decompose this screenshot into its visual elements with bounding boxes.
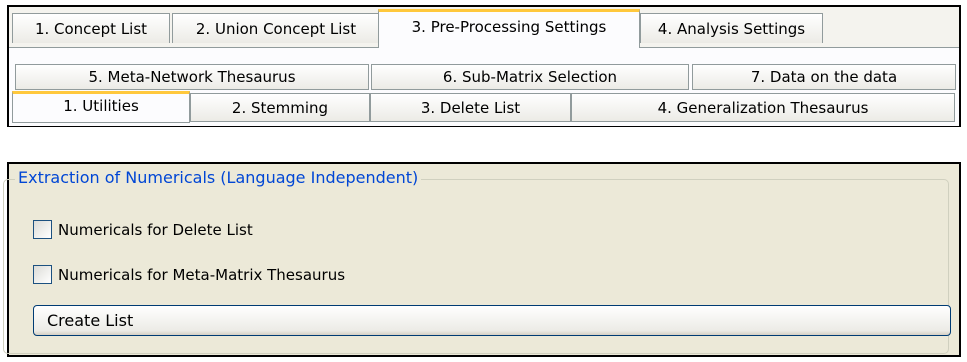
subtab-generalization-thesaurus[interactable]: 4. Generalization Thesaurus — [571, 93, 955, 122]
subtab-stemming[interactable]: 2. Stemming — [190, 93, 370, 122]
tab-union-concept-list[interactable]: 2. Union Concept List — [172, 13, 380, 43]
checkbox-label: Numericals for Meta-Matrix Thesaurus — [58, 265, 346, 284]
tab-label: 4. Generalization Thesaurus — [657, 98, 869, 117]
create-list-button[interactable]: Create List — [33, 305, 951, 336]
button-label: Create List — [47, 311, 134, 330]
subtab-sub-matrix-selection[interactable]: 6. Sub-Matrix Selection — [371, 64, 689, 90]
top-tab-row: 1. Concept List 2. Union Concept List 3.… — [9, 7, 959, 48]
utilities-panel: Extraction of Numericals (Language Indep… — [3, 162, 961, 357]
tab-analysis-settings[interactable]: 4. Analysis Settings — [640, 13, 823, 43]
numericals-delete-list-checkbox[interactable] — [33, 220, 52, 239]
tab-concept-list[interactable]: 1. Concept List — [12, 13, 170, 43]
numericals-meta-matrix-checkbox[interactable] — [33, 265, 52, 284]
tab-label: 4. Analysis Settings — [657, 19, 806, 38]
numericals-delete-list-option[interactable]: Numericals for Delete List — [33, 220, 253, 239]
tab-label: 2. Union Concept List — [195, 19, 357, 38]
tab-strip-panel: 1. Concept List 2. Union Concept List 3.… — [7, 5, 961, 127]
tab-label: 3. Delete List — [420, 98, 521, 117]
subtab-utilities[interactable]: 1. Utilities — [12, 91, 190, 123]
group-title: Extraction of Numericals (Language Indep… — [15, 168, 422, 187]
tab-pre-processing-settings[interactable]: 3. Pre-Processing Settings — [378, 9, 640, 48]
subtab-delete-list[interactable]: 3. Delete List — [370, 93, 571, 122]
tab-label: 1. Utilities — [63, 97, 139, 115]
tab-label: 7. Data on the data — [750, 68, 898, 86]
tab-label: 6. Sub-Matrix Selection — [442, 68, 618, 86]
tab-label: 5. Meta-Network Thesaurus — [88, 68, 296, 86]
sub-tab-area: 5. Meta-Network Thesaurus 6. Sub-Matrix … — [9, 47, 959, 126]
tab-label: 2. Stemming — [231, 98, 329, 117]
tab-label: 3. Pre-Processing Settings — [411, 18, 607, 36]
subtab-data-on-the-data[interactable]: 7. Data on the data — [692, 64, 956, 90]
subtab-meta-network-thesaurus[interactable]: 5. Meta-Network Thesaurus — [15, 64, 369, 90]
numericals-meta-matrix-option[interactable]: Numericals for Meta-Matrix Thesaurus — [33, 265, 345, 284]
tab-label: 1. Concept List — [34, 19, 148, 38]
checkbox-label: Numericals for Delete List — [58, 220, 253, 239]
